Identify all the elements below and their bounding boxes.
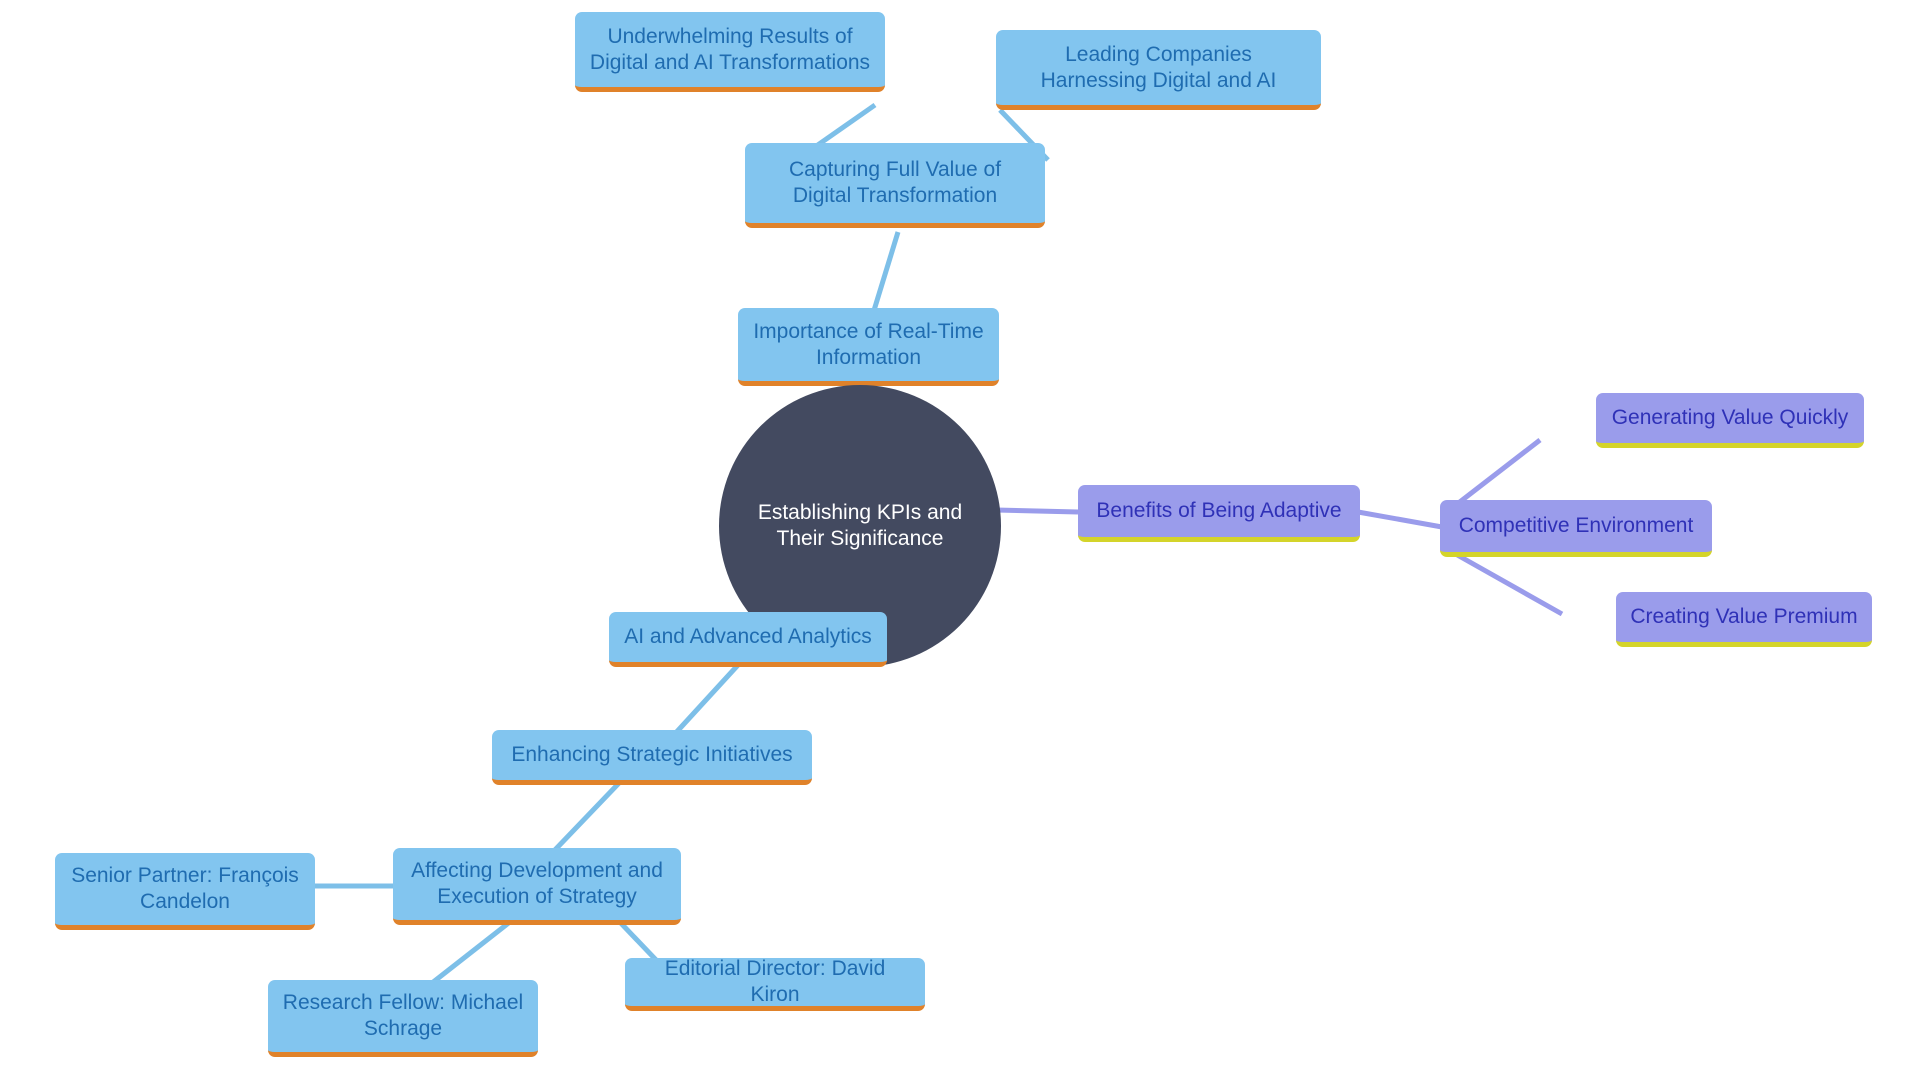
- edge-competitive-creating: [1450, 549, 1564, 617]
- node-ai-advanced-analytics[interactable]: AI and Advanced Analytics: [609, 612, 887, 667]
- node-label: Senior Partner: François Candelon: [71, 864, 299, 913]
- node-label: Benefits of Being Adaptive: [1096, 499, 1342, 523]
- edge-enhancing-affecting: [550, 780, 622, 855]
- node-senior-partner[interactable]: Senior Partner: François Candelon: [55, 853, 315, 930]
- node-label: Creating Value Premium: [1630, 605, 1858, 629]
- mindmap-canvas: Underwhelming Results of Digital and AI …: [0, 0, 1920, 1080]
- edge-competitive-generating: [1450, 438, 1542, 510]
- node-leading-companies[interactable]: Leading Companies Harnessing Digital and…: [996, 30, 1321, 110]
- node-label: Editorial Director: David Kiron: [664, 957, 886, 1006]
- node-label: Affecting Development and Execution of S…: [411, 859, 663, 908]
- node-competitive-environment[interactable]: Competitive Environment: [1440, 500, 1712, 557]
- edge-affecting-research: [430, 916, 517, 985]
- node-label: Leading Companies Harnessing Digital and…: [1040, 42, 1277, 92]
- edge-benefits-competitive: [1357, 509, 1443, 530]
- node-enhancing-strategic-initiatives[interactable]: Enhancing Strategic Initiatives: [492, 730, 812, 785]
- node-benefits-adaptive[interactable]: Benefits of Being Adaptive: [1078, 485, 1360, 542]
- node-label: AI and Advanced Analytics: [624, 625, 872, 649]
- node-realtime-information[interactable]: Importance of Real-Time Information: [738, 308, 999, 386]
- node-label: Importance of Real-Time Information: [753, 319, 984, 369]
- node-label: Enhancing Strategic Initiatives: [511, 743, 793, 767]
- edge-root-benefits: [995, 507, 1079, 515]
- node-generating-value-quickly[interactable]: Generating Value Quickly: [1596, 393, 1864, 448]
- node-creating-value-premium[interactable]: Creating Value Premium: [1616, 592, 1872, 647]
- node-label: Competitive Environment: [1458, 514, 1694, 538]
- edge-ai-enhancing: [670, 663, 740, 739]
- node-underwhelming-results[interactable]: Underwhelming Results of Digital and AI …: [575, 12, 885, 92]
- node-label: Capturing Full Value of Digital Transfor…: [788, 158, 1002, 207]
- node-editorial-director[interactable]: Editorial Director: David Kiron: [625, 957, 925, 1011]
- node-label: Research Fellow: Michael Schrage: [282, 991, 524, 1040]
- node-research-fellow[interactable]: Research Fellow: Michael Schrage: [268, 980, 538, 1057]
- node-capturing-full-value[interactable]: Capturing Full Value of Digital Transfor…: [745, 143, 1045, 228]
- node-label: Underwhelming Results of Digital and AI …: [589, 24, 871, 74]
- node-affecting-development[interactable]: Affecting Development and Execution of S…: [393, 848, 681, 925]
- node-label: Generating Value Quickly: [1611, 406, 1849, 430]
- node-label: Establishing KPIs and Their Significance: [757, 501, 963, 550]
